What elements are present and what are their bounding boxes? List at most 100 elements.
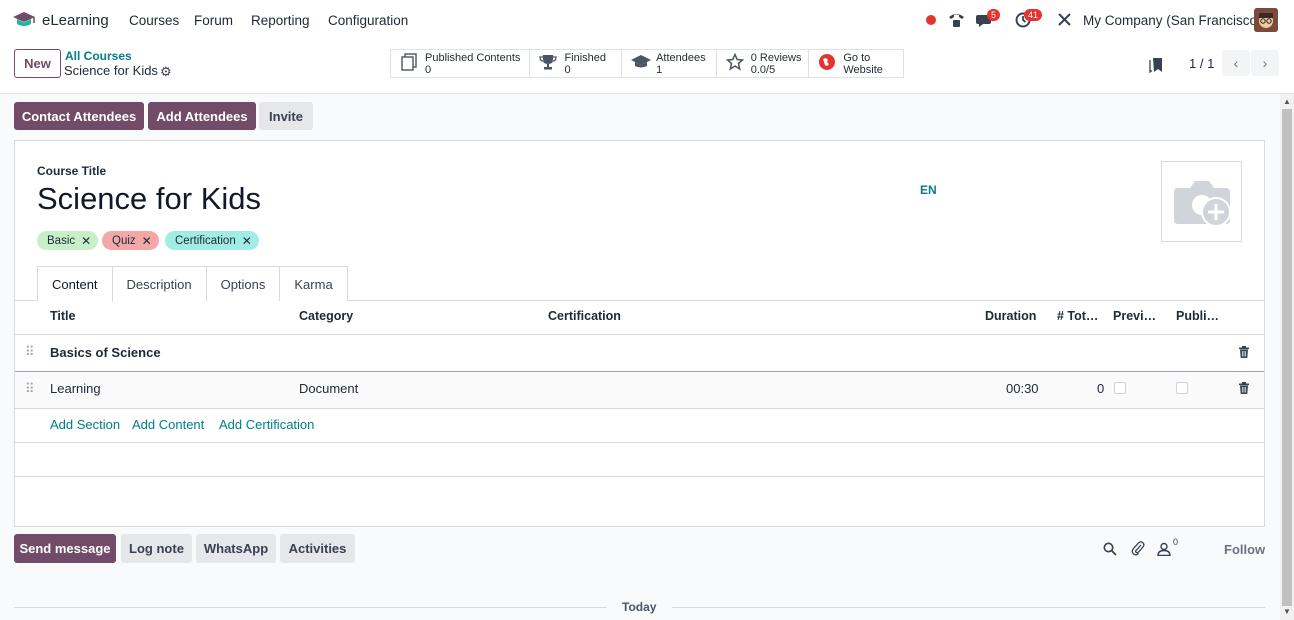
- drag-handle-icon[interactable]: ⠿: [25, 381, 35, 397]
- scroll-down-icon[interactable]: ▼: [1283, 607, 1291, 616]
- pager-previous-button[interactable]: ‹: [1222, 50, 1250, 76]
- log-note-button[interactable]: Log note: [121, 534, 192, 563]
- tab-karma[interactable]: Karma: [279, 266, 348, 301]
- scrollbar[interactable]: ▲ ▼: [1280, 94, 1294, 620]
- notebook-tabs: Content Description Options Karma: [37, 266, 348, 302]
- row-total: 0: [1097, 381, 1105, 396]
- activities-button[interactable]: Activities: [280, 534, 355, 563]
- stat-go-to-website[interactable]: Go to Website: [809, 50, 903, 77]
- gear-icon[interactable]: ⚙: [160, 64, 172, 80]
- stat-label: Published Contents: [425, 51, 521, 64]
- breadcrumb-current: Science for Kids: [64, 63, 158, 78]
- remove-tag-icon[interactable]: ✕: [242, 234, 252, 248]
- send-message-button[interactable]: Send message: [14, 534, 116, 563]
- course-title-field[interactable]: Science for Kids: [37, 181, 261, 217]
- paperclip-icon[interactable]: [1131, 541, 1145, 556]
- pager-next-button[interactable]: ›: [1251, 50, 1279, 76]
- section-title[interactable]: Basics of Science: [50, 345, 161, 360]
- new-button[interactable]: New: [14, 49, 61, 78]
- trash-icon[interactable]: [1238, 382, 1250, 394]
- remove-tag-icon[interactable]: ✕: [142, 234, 152, 248]
- menu-forum[interactable]: Forum: [194, 13, 233, 28]
- debug-tools-icon[interactable]: [1057, 12, 1072, 27]
- tag-label: Quiz: [112, 234, 136, 247]
- bookmark-icon[interactable]: [1149, 57, 1163, 73]
- scrollbar-thumb[interactable]: [1282, 109, 1292, 606]
- add-photo-icon: [1173, 180, 1231, 227]
- column-title[interactable]: Title: [50, 309, 75, 323]
- add-content-link[interactable]: Add Content: [132, 417, 204, 432]
- contact-attendees-button[interactable]: Contact Attendees: [14, 102, 144, 130]
- stat-finished[interactable]: Finished 0: [530, 50, 623, 77]
- invite-button[interactable]: Invite: [259, 102, 313, 130]
- chevron-left-icon: ‹: [1233, 55, 1239, 71]
- drag-handle-icon[interactable]: ⠿: [25, 344, 35, 360]
- stat-reviews[interactable]: 0 Reviews 0.0/5: [717, 50, 810, 77]
- pager-value[interactable]: 1 / 1: [1189, 56, 1214, 71]
- tab-description[interactable]: Description: [111, 266, 207, 301]
- row-divider: [15, 408, 1264, 409]
- add-section-link[interactable]: Add Section: [50, 417, 120, 432]
- search-icon[interactable]: [1103, 542, 1117, 556]
- followers-count: 0: [1173, 537, 1179, 547]
- date-divider: [14, 607, 607, 608]
- company-switcher[interactable]: My Company (San Francisco): [1083, 13, 1262, 28]
- stat-label: Attendees: [656, 51, 706, 64]
- top-navbar: eLearning Courses Forum Reporting Config…: [0, 0, 1294, 41]
- app-name[interactable]: eLearning: [42, 12, 109, 29]
- tab-content[interactable]: Content: [37, 266, 113, 302]
- follow-button[interactable]: Follow: [1224, 542, 1265, 557]
- recording-dot-icon[interactable]: [926, 15, 936, 25]
- tag-certification: Certification ✕: [165, 231, 259, 250]
- column-preview[interactable]: Previ…: [1113, 309, 1156, 323]
- stat-published-contents[interactable]: Published Contents 0: [391, 50, 531, 77]
- form-view: Contact Attendees Add Attendees Invite C…: [0, 94, 1280, 620]
- date-divider: [672, 607, 1265, 608]
- stat-label: Finished: [564, 51, 607, 64]
- stat-label: Go to: [843, 51, 871, 64]
- stat-value: 0: [425, 63, 432, 76]
- tab-options[interactable]: Options: [205, 266, 281, 301]
- tag-basic: Basic ✕: [37, 231, 99, 250]
- menu-configuration[interactable]: Configuration: [328, 13, 408, 28]
- add-certification-link[interactable]: Add Certification: [219, 417, 314, 432]
- column-total[interactable]: # Tot…: [1057, 309, 1098, 323]
- course-image-upload[interactable]: [1161, 161, 1242, 242]
- whatsapp-button[interactable]: WhatsApp: [196, 534, 276, 563]
- trash-icon[interactable]: [1238, 346, 1250, 358]
- row-title[interactable]: Learning: [50, 381, 101, 396]
- language-button[interactable]: EN: [920, 183, 937, 197]
- documents-icon: [399, 53, 419, 74]
- column-published[interactable]: Publi…: [1176, 309, 1219, 323]
- user-avatar[interactable]: [1254, 8, 1278, 32]
- form-sheet: Course Title Science for Kids EN Basic ✕ …: [14, 140, 1265, 527]
- scroll-up-icon[interactable]: ▲: [1283, 97, 1291, 106]
- trophy-icon: [538, 53, 558, 74]
- tag-quiz: Quiz ✕: [102, 231, 159, 250]
- column-duration[interactable]: Duration: [985, 309, 1036, 323]
- stat-attendees[interactable]: Attendees 1: [622, 50, 717, 77]
- published-checkbox[interactable]: [1176, 382, 1188, 394]
- followers-icon[interactable]: [1157, 542, 1171, 556]
- star-icon: [725, 52, 745, 74]
- remove-tag-icon[interactable]: ✕: [81, 234, 91, 248]
- column-category[interactable]: Category: [299, 309, 353, 323]
- preview-checkbox[interactable]: [1114, 382, 1126, 394]
- menu-reporting[interactable]: Reporting: [251, 13, 310, 28]
- add-attendees-button[interactable]: Add Attendees: [148, 102, 256, 130]
- header-divider: [15, 334, 1264, 335]
- row-category[interactable]: Document: [299, 381, 358, 396]
- column-certification[interactable]: Certification: [548, 309, 621, 323]
- menu-courses[interactable]: Courses: [129, 13, 179, 28]
- row-duration[interactable]: 00:30: [1006, 381, 1039, 396]
- phone-icon[interactable]: [948, 12, 965, 28]
- row-divider: [15, 442, 1264, 443]
- chat-badge: 5: [987, 9, 1001, 21]
- stat-label: 0 Reviews: [750, 51, 802, 64]
- chevron-right-icon: ›: [1262, 55, 1268, 71]
- breadcrumb-all-courses[interactable]: All Courses: [65, 49, 132, 63]
- elearning-logo-icon[interactable]: [12, 10, 36, 30]
- control-panel: New All Courses Science for Kids ⚙ Publi…: [0, 41, 1294, 94]
- table-row[interactable]: [15, 372, 1264, 408]
- tag-label: Basic: [47, 234, 76, 247]
